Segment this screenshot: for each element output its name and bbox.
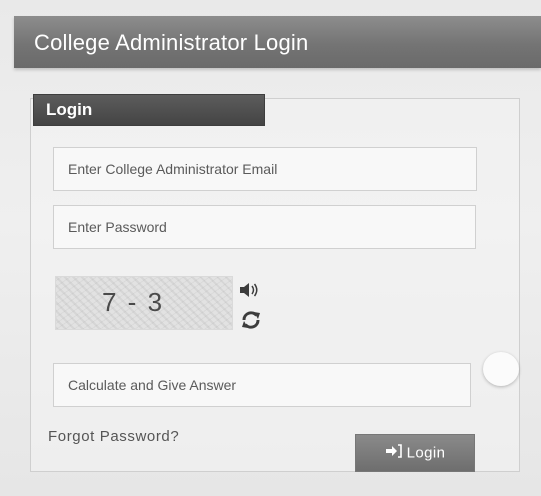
speaker-icon[interactable] bbox=[238, 280, 262, 300]
scroll-handle[interactable] bbox=[483, 352, 519, 386]
email-field[interactable] bbox=[53, 147, 477, 191]
page-title: College Administrator Login bbox=[34, 30, 309, 55]
login-button[interactable]: Login bbox=[355, 434, 475, 472]
forgot-password-link[interactable]: Forgot Password? bbox=[48, 428, 179, 445]
login-panel-tab: Login bbox=[33, 94, 265, 126]
captcha-image: 7 - 3 bbox=[55, 276, 233, 330]
refresh-icon[interactable] bbox=[240, 309, 262, 331]
captcha-text: 7 - 3 bbox=[102, 287, 165, 317]
header-bar: College Administrator Login bbox=[14, 16, 541, 68]
login-panel-tab-label: Login bbox=[46, 100, 93, 119]
captcha-answer-field[interactable] bbox=[53, 363, 471, 407]
password-field[interactable] bbox=[53, 205, 476, 249]
login-button-label: Login bbox=[406, 444, 446, 462]
sign-in-icon bbox=[385, 444, 403, 462]
